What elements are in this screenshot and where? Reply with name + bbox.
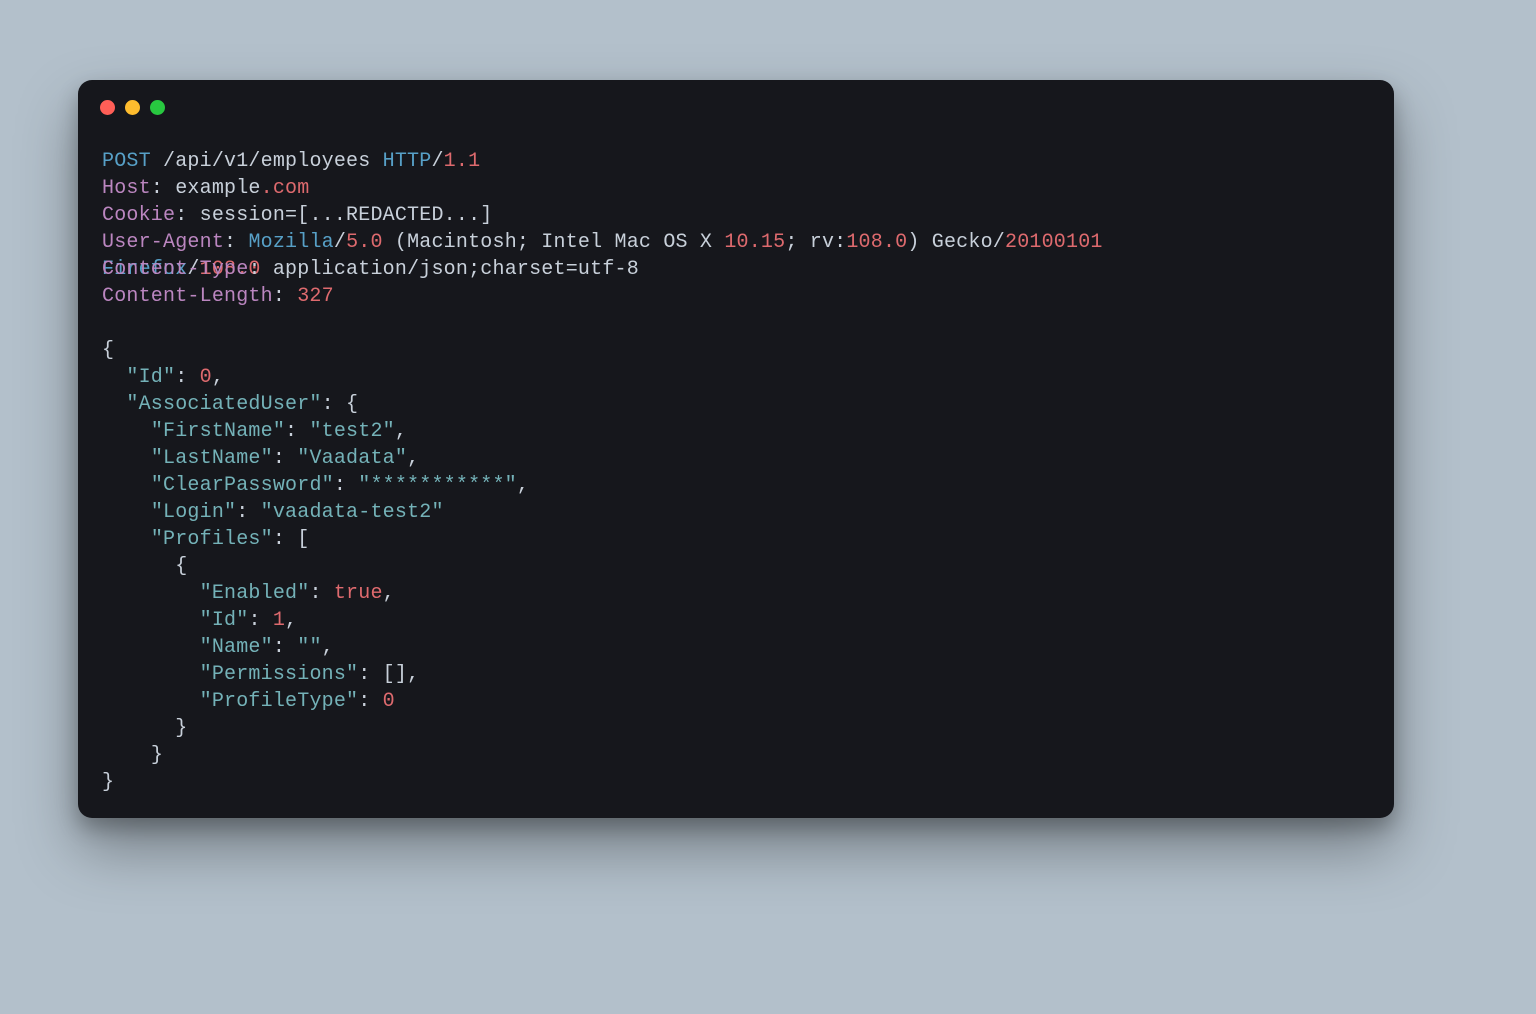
- http-version: 1.1: [444, 150, 481, 173]
- minimize-icon[interactable]: [125, 100, 140, 115]
- header-cookie-label: Cookie: [102, 204, 175, 227]
- header-host-label: Host: [102, 177, 151, 200]
- header-cl-value: 327: [297, 285, 334, 308]
- http-protocol: HTTP: [383, 150, 432, 173]
- close-icon[interactable]: [100, 100, 115, 115]
- maximize-icon[interactable]: [150, 100, 165, 115]
- header-ua-label: User-Agent: [102, 231, 224, 254]
- http-method: POST: [102, 150, 151, 173]
- header-content-type-overlay: Content-Type: application/json;charset=u…: [102, 256, 639, 283]
- http-path: /api/v1/employees: [163, 150, 370, 173]
- terminal-window: POST /api/v1/employees HTTP/1.1 Host: ex…: [78, 80, 1394, 818]
- window-controls: [78, 80, 1394, 124]
- header-cookie-value: session=[...REDACTED...]: [200, 204, 493, 227]
- header-host-value: example: [175, 177, 260, 200]
- header-cl-label: Content-Length: [102, 285, 273, 308]
- http-request-code: POST /api/v1/employees HTTP/1.1 Host: ex…: [78, 124, 1394, 824]
